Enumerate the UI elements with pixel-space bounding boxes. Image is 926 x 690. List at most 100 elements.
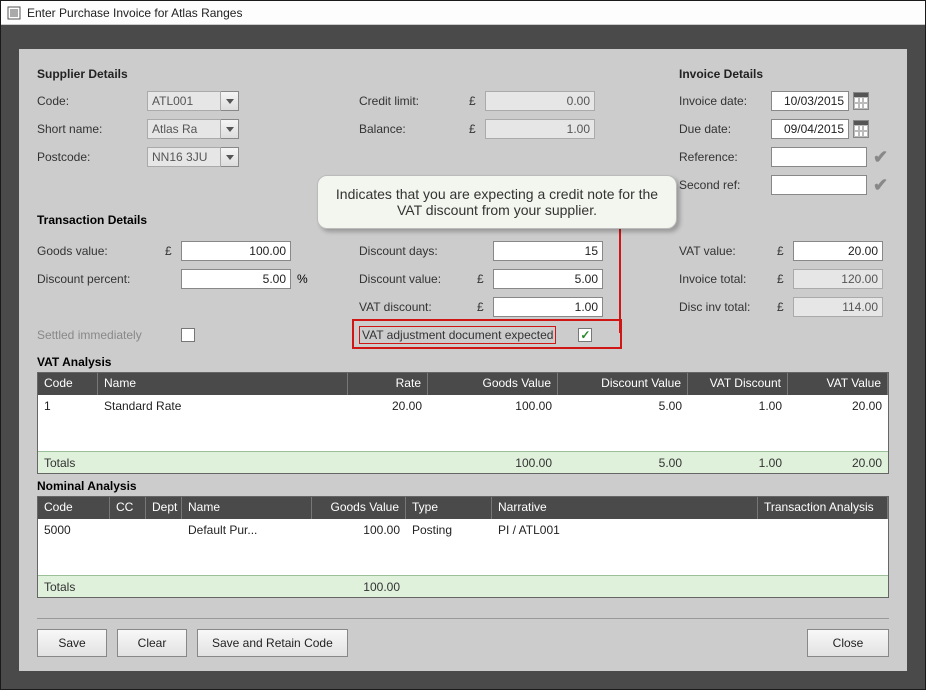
tick-icon: ✔: [873, 175, 888, 196]
postcode-label: Postcode:: [37, 150, 147, 164]
window-title: Enter Purchase Invoice for Atlas Ranges: [27, 6, 242, 20]
vat-analysis-heading: VAT Analysis: [37, 355, 889, 369]
invoice-date-label: Invoice date:: [679, 94, 771, 108]
clear-button[interactable]: Clear: [117, 629, 187, 657]
vat-row[interactable]: 1 Standard Rate 20.00 100.00 5.00 1.00 2…: [38, 395, 888, 417]
settled-immediately-label: Settled immediately: [37, 328, 181, 342]
col-disc: Discount Value: [558, 373, 688, 395]
transaction-heading: Transaction Details: [37, 213, 147, 227]
vat-value-label: VAT value:: [679, 244, 777, 258]
discount-value-input[interactable]: [493, 269, 603, 289]
col-ta: Transaction Analysis: [758, 497, 888, 519]
vat-grid-header: Code Name Rate Goods Value Discount Valu…: [38, 373, 888, 395]
nominal-grid-header: Code CC Dept Name Goods Value Type Narra…: [38, 497, 888, 519]
vat-discount-label: VAT discount:: [359, 300, 477, 314]
supplier-code-input[interactable]: [147, 91, 221, 111]
currency-symbol: £: [777, 244, 793, 258]
vat-value-input[interactable]: [793, 241, 883, 261]
vat-analysis-grid[interactable]: Code Name Rate Goods Value Discount Valu…: [37, 372, 889, 474]
col-code: Code: [38, 497, 110, 519]
col-type: Type: [406, 497, 492, 519]
titlebar: Enter Purchase Invoice for Atlas Ranges: [1, 1, 925, 25]
chevron-down-icon: [226, 155, 234, 160]
calendar-icon[interactable]: [853, 120, 869, 138]
vat-totals-row: Totals 100.00 5.00 1.00 20.00: [38, 451, 888, 473]
callout-connector: [619, 221, 621, 333]
goods-value-input[interactable]: [181, 241, 291, 261]
credit-limit-value: [485, 91, 595, 111]
supplier-column: Supplier Details Code: Short name:: [37, 67, 297, 173]
credit-limit-label: Credit limit:: [359, 94, 469, 108]
due-date-input[interactable]: [771, 119, 849, 139]
save-retain-button[interactable]: Save and Retain Code: [197, 629, 348, 657]
vat-discount-input[interactable]: [493, 297, 603, 317]
close-button[interactable]: Close: [807, 629, 889, 657]
app-icon: [7, 6, 21, 20]
nominal-analysis-grid[interactable]: Code CC Dept Name Goods Value Type Narra…: [37, 496, 889, 598]
disc-inv-total-value: [793, 297, 883, 317]
transaction-left-column: Goods value: £ Discount percent: % Settl…: [37, 239, 347, 351]
save-button[interactable]: Save: [37, 629, 107, 657]
reference-label: Reference:: [679, 150, 771, 164]
discount-days-input[interactable]: [493, 241, 603, 261]
goods-value-label: Goods value:: [37, 244, 165, 258]
col-code: Code: [38, 373, 98, 395]
currency-symbol: £: [777, 272, 793, 286]
reference-input[interactable]: [771, 147, 867, 167]
short-name-label: Short name:: [37, 122, 147, 136]
second-ref-label: Second ref:: [679, 178, 771, 192]
postcode-dropdown[interactable]: [221, 147, 239, 167]
nominal-analysis-section: Nominal Analysis Code CC Dept Name Goods…: [37, 479, 889, 598]
outer-dark-border: Supplier Details Code: Short name:: [1, 25, 925, 689]
content-area: Supplier Details Code: Short name:: [19, 49, 907, 671]
discount-value-label: Discount value:: [359, 272, 477, 286]
due-date-label: Due date:: [679, 122, 771, 136]
callout-tooltip: Indicates that you are expecting a credi…: [317, 175, 677, 229]
invoice-total-label: Invoice total:: [679, 272, 777, 286]
currency-symbol: £: [777, 300, 793, 314]
discount-days-label: Discount days:: [359, 244, 477, 258]
percent-symbol: %: [297, 272, 308, 286]
col-narr: Narrative: [492, 497, 758, 519]
nominal-totals-row: Totals 100.00: [38, 575, 888, 597]
invoice-total-value: [793, 269, 883, 289]
short-name-dropdown[interactable]: [221, 119, 239, 139]
nominal-analysis-heading: Nominal Analysis: [37, 479, 889, 493]
window-frame: Enter Purchase Invoice for Atlas Ranges …: [0, 0, 926, 690]
col-cc: CC: [110, 497, 146, 519]
currency-symbol: £: [477, 272, 493, 286]
postcode-input[interactable]: [147, 147, 221, 167]
settled-immediately-checkbox[interactable]: [181, 328, 195, 342]
balance-value: [485, 119, 595, 139]
currency-symbol: £: [165, 244, 181, 258]
supplier-code-label: Code:: [37, 94, 147, 108]
currency-symbol: £: [469, 94, 485, 108]
balance-label: Balance:: [359, 122, 469, 136]
currency-symbol: £: [469, 122, 485, 136]
disc-inv-total-label: Disc inv total:: [679, 300, 777, 314]
balances-column: Credit limit: £ Balance: £: [359, 89, 669, 145]
invoice-heading: Invoice Details: [679, 67, 893, 81]
calendar-icon[interactable]: [853, 92, 869, 110]
col-dept: Dept: [146, 497, 182, 519]
chevron-down-icon: [226, 127, 234, 132]
short-name-input[interactable]: [147, 119, 221, 139]
invoice-column: Invoice Details Invoice date: Due date:: [679, 67, 893, 201]
supplier-code-dropdown[interactable]: [221, 91, 239, 111]
button-bar: Save Clear Save and Retain Code Close: [37, 618, 889, 657]
col-vatval: VAT Value: [788, 373, 888, 395]
currency-symbol: £: [477, 300, 493, 314]
discount-percent-input[interactable]: [181, 269, 291, 289]
col-goods: Goods Value: [428, 373, 558, 395]
vat-analysis-section: VAT Analysis Code Name Rate Goods Value …: [37, 355, 889, 474]
col-rate: Rate: [348, 373, 428, 395]
col-name: Name: [182, 497, 312, 519]
second-ref-input[interactable]: [771, 175, 867, 195]
col-goods: Goods Value: [312, 497, 406, 519]
supplier-heading: Supplier Details: [37, 67, 297, 81]
invoice-date-input[interactable]: [771, 91, 849, 111]
highlight-box: [352, 319, 622, 349]
col-name: Name: [98, 373, 348, 395]
nominal-row[interactable]: 5000 Default Pur... 100.00 Posting PI / …: [38, 519, 888, 541]
chevron-down-icon: [226, 99, 234, 104]
